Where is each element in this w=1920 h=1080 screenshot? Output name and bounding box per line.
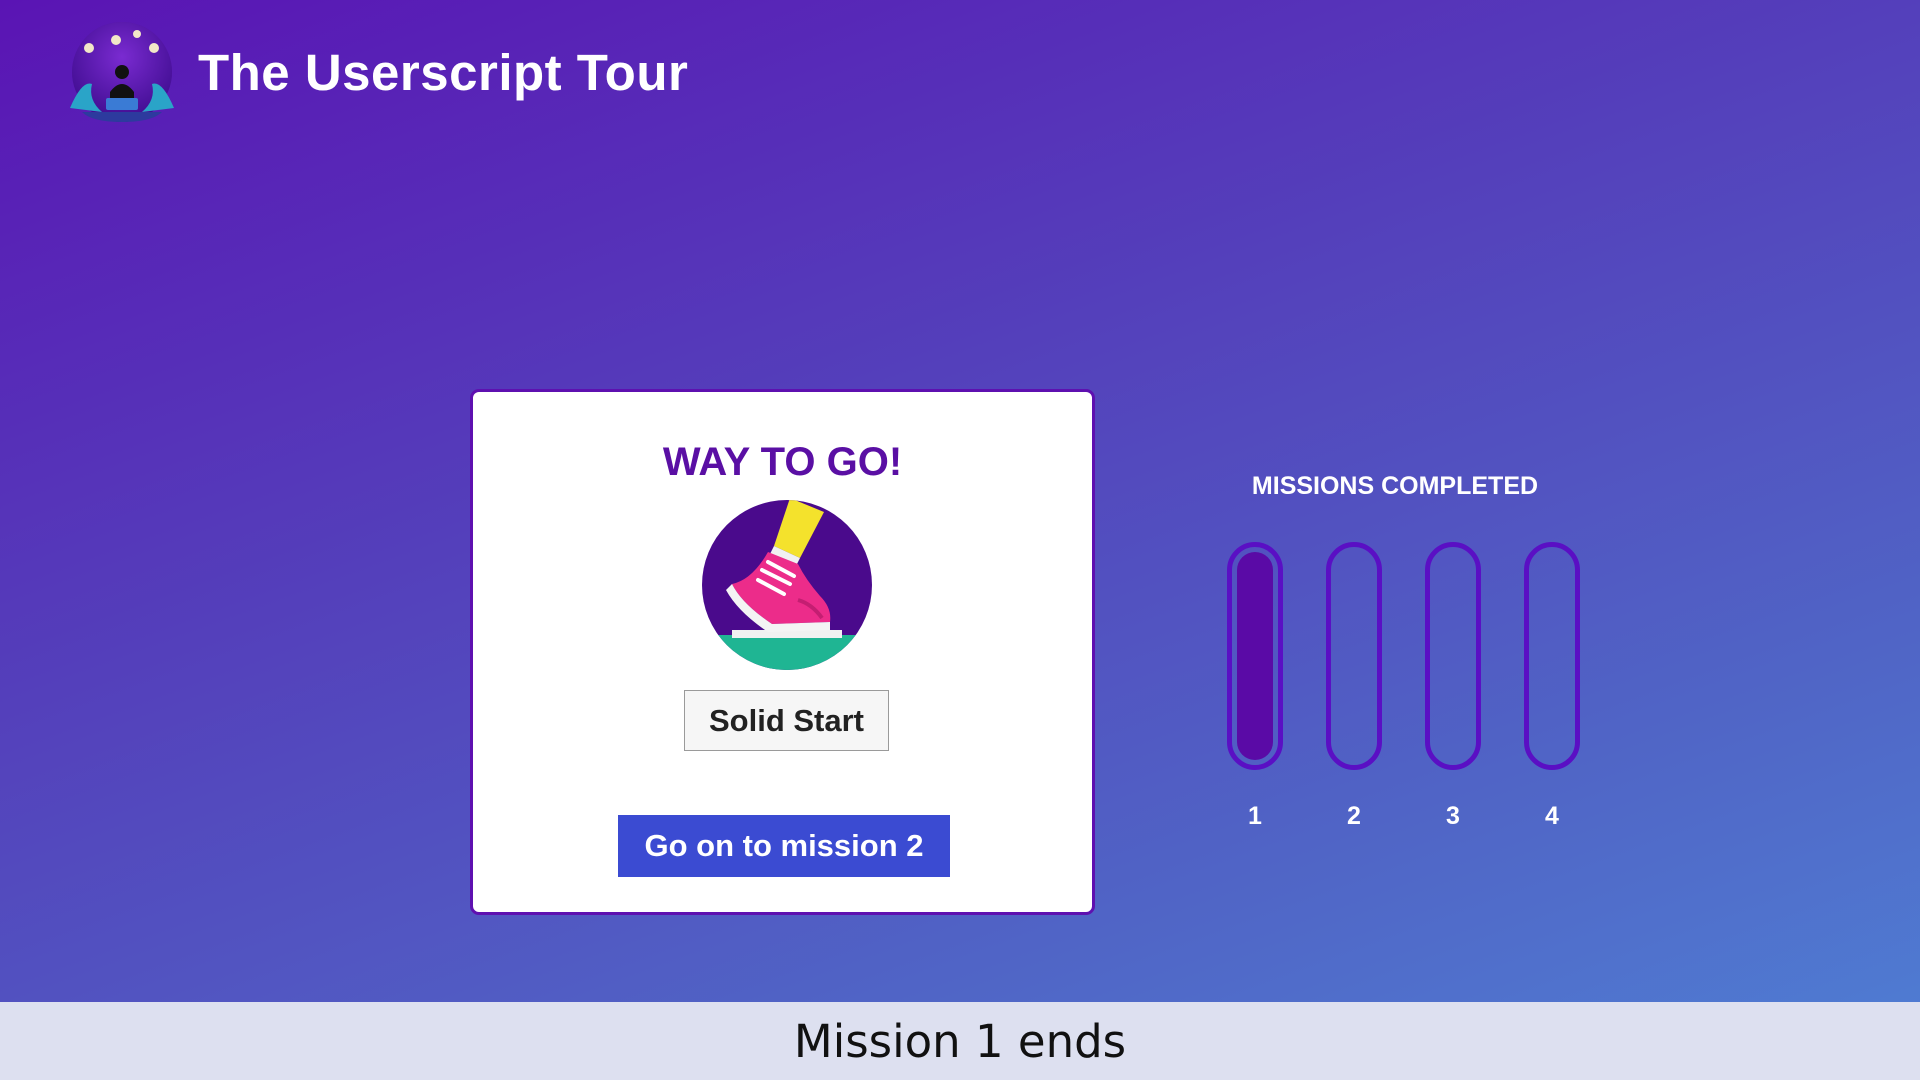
site-header: The Userscript Tour	[62, 20, 688, 125]
mission-number: 3	[1446, 802, 1460, 830]
mission-progress-4: 4	[1522, 542, 1582, 830]
badge-label: Solid Start	[684, 690, 889, 751]
mission-progress-bar	[1425, 542, 1481, 770]
missions-completed-heading: MISSIONS COMPLETED	[1251, 472, 1539, 500]
mission-progress-2: 2	[1324, 542, 1384, 830]
mission-number: 4	[1545, 802, 1559, 830]
mission-complete-card: WAY TO GO! Solid Start Go on to mission …	[470, 389, 1095, 915]
mission-progress-3: 3	[1423, 542, 1483, 830]
mission-number: 2	[1347, 802, 1361, 830]
mission-progress-1: 1	[1225, 542, 1285, 830]
mission-progress-fill	[1237, 552, 1273, 760]
next-mission-button[interactable]: Go on to mission 2	[618, 815, 950, 877]
caption-text: Mission 1 ends	[793, 1014, 1127, 1068]
mission-progress-bar	[1524, 542, 1580, 770]
mission-progress-bar	[1326, 542, 1382, 770]
mission-progress-bar	[1227, 542, 1283, 770]
site-title: The Userscript Tour	[198, 44, 689, 101]
caption-bar: Mission 1 ends	[0, 1002, 1920, 1080]
userscript-tour-logo-icon[interactable]	[62, 20, 182, 125]
mission-number: 1	[1248, 802, 1262, 830]
card-title: WAY TO GO!	[662, 440, 903, 484]
sneaker-step-icon	[702, 500, 872, 670]
